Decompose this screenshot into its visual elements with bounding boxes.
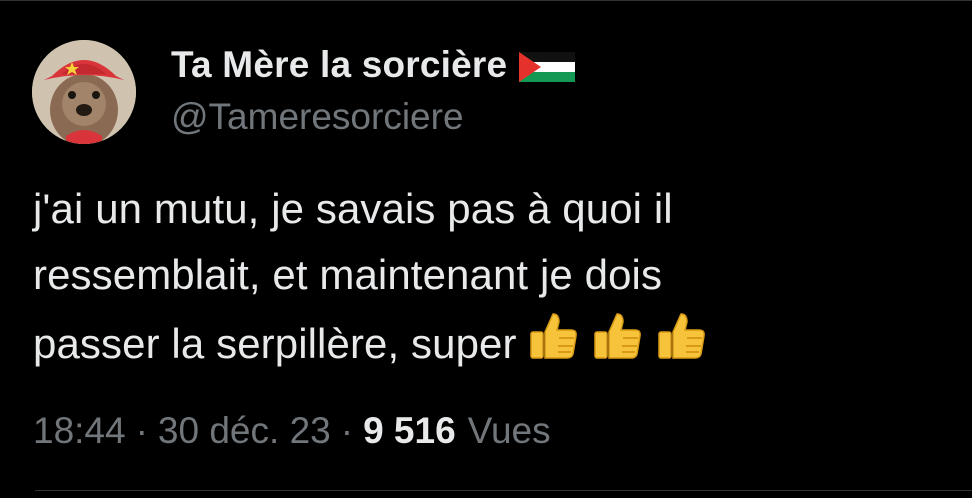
tweet-time[interactable]: 18:44: [33, 410, 126, 452]
tweet-text: j'ai un mutu, je savais pas à quoi il re…: [33, 176, 933, 377]
tweet-date[interactable]: 30 déc. 23: [158, 410, 331, 452]
display-name[interactable]: Ta Mère la sorcière: [171, 44, 507, 86]
avatar[interactable]: [32, 40, 136, 144]
thumbs-up-icon: [525, 308, 581, 364]
top-divider: [0, 0, 972, 1]
display-name-row: Ta Mère la sorcière: [171, 38, 576, 92]
dog-avatar-image: [32, 40, 136, 144]
palestine-flag-icon: [519, 52, 576, 82]
tweet-meta: 18:44 · 30 déc. 23 · 9 516 Vues: [33, 404, 551, 458]
separator-dot: ·: [340, 410, 354, 451]
thumbs-up-icon: [589, 308, 645, 364]
emoji-row: [525, 308, 709, 364]
views-label: Vues: [467, 410, 551, 451]
views-count: 9 516: [363, 410, 456, 451]
user-handle[interactable]: @Tameresorciere: [171, 96, 464, 138]
thumbs-up-icon: [653, 308, 709, 364]
separator-dot: ·: [135, 410, 148, 451]
bottom-divider: [35, 490, 972, 491]
